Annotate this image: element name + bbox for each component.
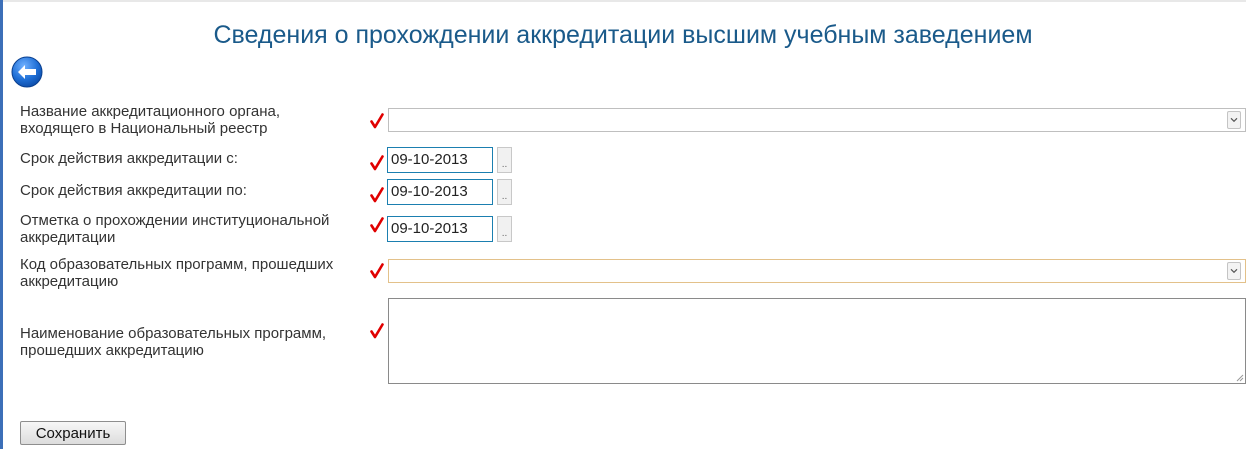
top-border: [0, 0, 1246, 2]
chevron-down-icon[interactable]: [1227, 262, 1241, 280]
institutional-mark-label: Отметка о прохождении институциональной …: [20, 212, 329, 246]
back-button[interactable]: [11, 56, 43, 88]
valid-to-calendar-button[interactable]: ..: [497, 179, 512, 205]
valid-from-date-input[interactable]: 09-10-2013: [387, 147, 493, 173]
institutional-mark-calendar-button[interactable]: ..: [497, 216, 512, 242]
accreditation-body-label-line2: входящего в Национальный реестр: [20, 120, 268, 137]
resize-grip-icon[interactable]: [1234, 372, 1244, 382]
valid-to-label: Срок действия аккредитации по:: [20, 182, 247, 199]
program-name-label: Наименование образовательных программ, п…: [20, 325, 326, 359]
required-check-icon: [370, 217, 384, 233]
required-check-icon: [370, 155, 384, 171]
program-code-label: Код образовательных программ, прошедших …: [20, 256, 333, 290]
institutional-mark-label-line1: Отметка о прохождении институциональной: [20, 212, 330, 229]
required-check-icon: [370, 323, 384, 339]
back-arrow-icon: [11, 56, 43, 88]
required-check-icon: [370, 113, 384, 129]
page-title: Сведения о прохождении аккредитации высш…: [213, 21, 1033, 49]
accreditation-body-label: Название аккредитационного органа, входя…: [20, 103, 280, 137]
left-border: [0, 0, 3, 449]
program-name-textarea[interactable]: [388, 298, 1246, 384]
accreditation-body-label-line1: Название аккредитационного органа,: [20, 103, 281, 120]
program-code-label-line2: аккредитацию: [20, 273, 119, 290]
program-code-label-line1: Код образовательных программ, прошедших: [20, 256, 334, 273]
program-code-select[interactable]: [388, 259, 1246, 283]
institutional-mark-date-input[interactable]: 09-10-2013: [387, 216, 493, 242]
institutional-mark-label-line2: аккредитации: [20, 229, 116, 246]
valid-from-label: Срок действия аккредитации с:: [20, 150, 238, 167]
required-check-icon: [370, 263, 384, 279]
save-button[interactable]: Сохранить: [20, 421, 126, 445]
chevron-down-icon[interactable]: [1227, 111, 1241, 129]
valid-from-calendar-button[interactable]: ..: [497, 147, 512, 173]
program-name-label-line1: Наименование образовательных программ,: [20, 325, 327, 342]
program-name-label-line2: прошедших аккредитацию: [20, 342, 204, 359]
required-check-icon: [370, 187, 384, 203]
accreditation-body-select[interactable]: [388, 108, 1246, 132]
valid-to-date-input[interactable]: 09-10-2013: [387, 179, 493, 205]
